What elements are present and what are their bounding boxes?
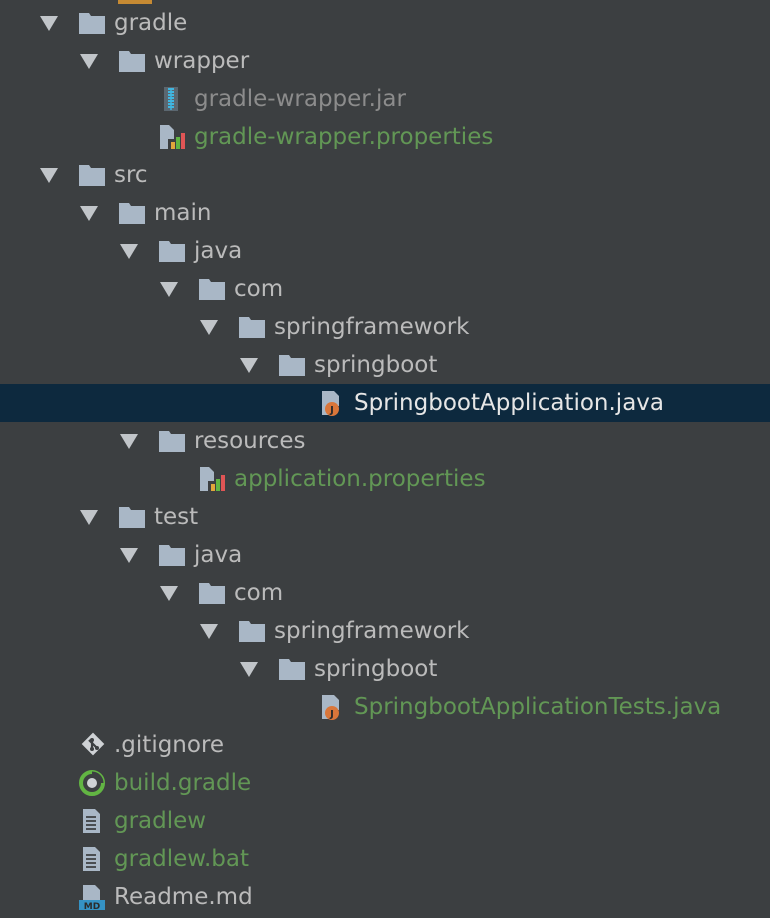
properties-file-icon — [198, 466, 226, 492]
tree-item-label: com — [234, 580, 284, 606]
expand-arrow-icon[interactable] — [160, 586, 178, 601]
tree-item-gradlew[interactable]: gradlew — [0, 802, 770, 840]
tree-item-label: java — [194, 542, 243, 568]
folder-icon — [278, 656, 306, 682]
project-tree: gradle wrapper gradle-wrapper.jar gradle-wr… — [0, 0, 770, 918]
tree-item-java[interactable]: java — [0, 536, 770, 574]
properties-file-icon — [158, 124, 186, 150]
tree-item-label: com — [234, 276, 284, 302]
tree-item-com[interactable]: com — [0, 270, 770, 308]
text-file-icon — [78, 846, 106, 872]
expand-arrow-icon[interactable] — [200, 624, 218, 639]
folder-icon — [118, 504, 146, 530]
folder-icon — [198, 276, 226, 302]
expand-arrow-icon[interactable] — [120, 434, 138, 449]
tree-item-label: .gitignore — [114, 732, 225, 758]
tree-item-application-properties[interactable]: application.properties — [0, 460, 770, 498]
tree-item-gradle-wrapper-properties[interactable]: gradle-wrapper.properties — [0, 118, 770, 156]
folder-icon — [158, 428, 186, 454]
tree-item-label: wrapper — [154, 48, 250, 74]
tree-item-resources[interactable]: resources — [0, 422, 770, 460]
folder-icon — [238, 314, 266, 340]
expand-arrow-icon[interactable] — [200, 320, 218, 335]
tree-item-label: springboot — [314, 656, 438, 682]
jar-file-icon — [158, 86, 186, 112]
tree-item-java[interactable]: java — [0, 232, 770, 270]
tree-item-label: Readme.md — [114, 884, 253, 910]
folder-icon — [278, 352, 306, 378]
tree-item-label: build.gradle — [114, 770, 252, 796]
folder-icon — [78, 10, 106, 36]
svg-text:J: J — [329, 405, 334, 416]
expand-arrow-icon[interactable] — [120, 548, 138, 563]
tree-item-label: application.properties — [234, 466, 486, 492]
tree-item-label: gradle — [114, 10, 188, 36]
tree-item-label: main — [154, 200, 212, 226]
expand-arrow-icon[interactable] — [160, 282, 178, 297]
expand-arrow-icon[interactable] — [80, 206, 98, 221]
gitignore-icon — [78, 732, 106, 758]
expand-arrow-icon[interactable] — [40, 168, 58, 183]
tree-item-label: springframework — [274, 618, 470, 644]
expand-arrow-icon[interactable] — [80, 510, 98, 525]
tree-item-label: SpringbootApplicationTests.java — [354, 694, 722, 720]
folder-icon — [198, 580, 226, 606]
svg-text:J: J — [329, 709, 334, 720]
tree-item-gitignore[interactable]: .gitignore — [0, 726, 770, 764]
expand-arrow-icon[interactable] — [120, 244, 138, 259]
tree-item-src[interactable]: src — [0, 156, 770, 194]
tree-item-label: gradlew — [114, 808, 207, 834]
tree-item-main[interactable]: main — [0, 194, 770, 232]
folder-icon — [118, 48, 146, 74]
expand-arrow-icon[interactable] — [240, 358, 258, 373]
folder-icon — [158, 542, 186, 568]
svg-text:MD: MD — [84, 902, 100, 910]
tree-item-label: test — [154, 504, 199, 530]
tree-item-gradle[interactable]: gradle — [0, 4, 770, 42]
folder-icon — [158, 238, 186, 264]
java-class-icon: J — [318, 694, 346, 720]
tree-item-label: gradlew.bat — [114, 846, 250, 872]
tree-item-label: SpringbootApplication.java — [354, 390, 664, 416]
tree-item-gradle-wrapper-jar[interactable]: gradle-wrapper.jar — [0, 80, 770, 118]
tree-item-label: gradle-wrapper.properties — [194, 124, 494, 150]
tree-item-gradlew-bat[interactable]: gradlew.bat — [0, 840, 770, 878]
java-class-icon: J — [318, 390, 346, 416]
folder-icon — [118, 200, 146, 226]
folder-icon — [238, 618, 266, 644]
text-file-icon — [78, 808, 106, 834]
tree-item-springboot[interactable]: springboot — [0, 650, 770, 688]
markdown-file-icon: MD — [78, 884, 106, 910]
tree-item-label: src — [114, 162, 148, 188]
tree-item-springbootapplication-java[interactable]: J SpringbootApplication.java — [0, 384, 770, 422]
expand-arrow-icon[interactable] — [80, 54, 98, 69]
tree-item-label: gradle-wrapper.jar — [194, 86, 406, 112]
tree-item-label: springboot — [314, 352, 438, 378]
tree-item-springbootapplicationtests-java[interactable]: J SpringbootApplicationTests.java — [0, 688, 770, 726]
expand-arrow-icon[interactable] — [40, 16, 58, 31]
tree-item-readme-md[interactable]: MD Readme.md — [0, 878, 770, 916]
expand-arrow-icon[interactable] — [240, 662, 258, 677]
tree-item-label: resources — [194, 428, 306, 454]
tree-item-springframework[interactable]: springframework — [0, 308, 770, 346]
tree-item-wrapper[interactable]: wrapper — [0, 42, 770, 80]
tree-item-label: springframework — [274, 314, 470, 340]
tree-item-build-gradle[interactable]: build.gradle — [0, 764, 770, 802]
tree-item-test[interactable]: test — [0, 498, 770, 536]
gradle-icon — [78, 770, 106, 796]
tree-item-label: java — [194, 238, 243, 264]
tree-item-springboot[interactable]: springboot — [0, 346, 770, 384]
folder-icon — [78, 162, 106, 188]
tree-item-com[interactable]: com — [0, 574, 770, 612]
tree-item-springframework[interactable]: springframework — [0, 612, 770, 650]
